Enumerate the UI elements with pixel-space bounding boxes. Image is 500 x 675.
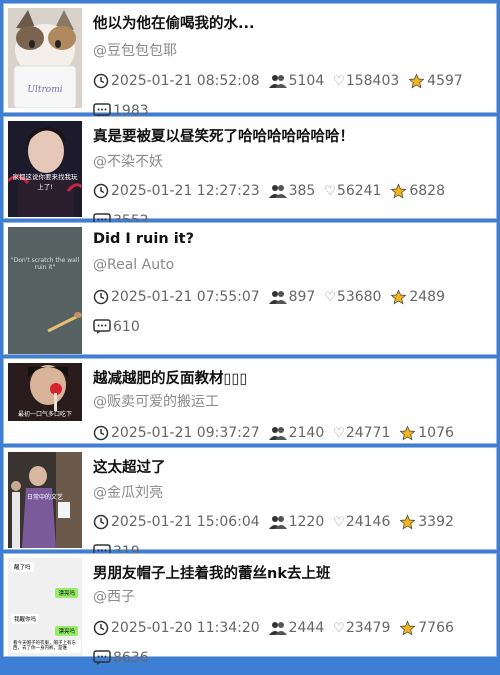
view-count: 385 [288,183,316,199]
post-thumbnail[interactable]: 最初一口气多口吃下 [8,363,82,421]
post-meta: 2025-01-21 07:55:07 897 ♡53680 2489 610 [93,284,490,344]
like-count: 23479 [345,620,391,636]
view-count: 2444 [288,620,325,636]
post-title[interactable]: 这太超过了 [93,456,490,477]
post-title[interactable]: Did I ruin it? [93,231,490,247]
heart-icon: ♡ [333,515,345,530]
users-icon [268,182,287,208]
clock-icon [93,72,109,98]
favorite-count: 3392 [418,514,454,530]
favorite-count: 4597 [427,73,463,89]
post-card[interactable]: 家都这说你要来找我玩上了! 真是要被夏以昼笑死了哈哈哈哈哈哈哈！ @不染不妖 2… [3,116,497,229]
post-author[interactable]: @不染不妖 [93,151,163,171]
thumbnail-caption: "Don't scratch the wall ruin it" [10,257,80,271]
like-count: 56241 [336,183,382,199]
star-icon [399,513,416,539]
like-count: 158403 [345,73,400,89]
favorite-count: 7766 [418,620,454,636]
star-icon [408,72,425,98]
comment-count: 610 [113,319,140,335]
post-time: 2025-01-20 11:34:20 [111,620,260,636]
clock-icon [93,513,109,539]
post-time: 2025-01-21 12:27:23 [111,183,260,199]
clock-icon [93,288,109,314]
post-author[interactable]: @贩卖可爱的搬运工 [93,391,219,411]
view-count: 897 [288,289,316,305]
users-icon [268,619,287,645]
favorite-count: 1076 [418,425,454,441]
chat-bubble: 我醒你吗 [11,614,40,624]
view-count: 1220 [288,514,325,530]
thumbnail-caption: 日常中的文艺 [26,494,63,501]
post-time: 2025-01-21 07:55:07 [111,289,260,305]
heart-icon: ♡ [333,621,345,636]
post-thumbnail[interactable]: "Don't scratch the wall ruin it" [8,227,82,354]
post-title[interactable]: 真是要被夏以昼笑死了哈哈哈哈哈哈哈！ [93,125,490,146]
post-time: 2025-01-21 09:37:27 [111,425,260,441]
comment-icon [93,318,111,344]
view-count: 5104 [288,73,325,89]
post-meta: 2025-01-20 11:34:20 2444 ♡23479 7766 863… [93,615,490,675]
chat-bubble: 看今天帽子的衣服，帽子上有东西，去了你一身内裤，是谁 [11,640,81,653]
post-author[interactable]: @金瓜刘亮 [93,482,163,502]
post-card[interactable]: 醒了吗 漂亮吗 我醒你吗 漂亮吗 看今天帽子的衣服，帽子上有东西，去了你一身内裤… [3,553,497,666]
post-title[interactable]: 越减越肥的反面教材▯▯▯ [93,367,490,388]
clock-icon [93,619,109,645]
post-card[interactable]: 最初一口气多口吃下 越减越肥的反面教材▯▯▯ @贩卖可爱的搬运工 2025-01… [3,358,497,471]
comment-count: 8636 [113,650,149,666]
view-count: 2140 [288,425,325,441]
users-icon [268,72,287,98]
post-author[interactable]: @豆包包包耶 [93,40,177,60]
post-card[interactable]: 日常中的文艺 这太超过了 @金瓜刘亮 2025-01-21 15:06:04 1… [3,447,497,560]
post-time: 2025-01-21 08:52:08 [111,73,260,89]
chat-bubble: 醒了吗 [11,562,34,572]
heart-icon: ♡ [324,184,336,199]
post-title[interactable]: 男朋友帽子上挂着我的蕾丝nk去上班 [93,562,490,583]
post-thumbnail[interactable]: 家都这说你要来找我玩上了! [8,121,82,217]
thumbnail-caption: 最初一口气多口吃下 [17,411,72,418]
users-icon [268,513,287,539]
users-icon [268,288,287,314]
post-thumbnail[interactable]: 醒了吗 漂亮吗 我醒你吗 漂亮吗 看今天帽子的衣服，帽子上有东西，去了你一身内裤… [8,558,82,656]
comment-icon [93,649,111,675]
post-thumbnail[interactable]: 日常中的文艺 [8,452,82,548]
like-count: 24146 [345,514,391,530]
post-card[interactable]: Ultromi 他以为他在偷喝我的水... @豆包包包耶 2025-01-21 … [3,3,497,119]
post-card[interactable]: "Don't scratch the wall ruin it" Did I r… [3,222,497,355]
post-list: Ultromi 他以为他在偷喝我的水... @豆包包包耶 2025-01-21 … [0,0,500,666]
clock-icon [93,182,109,208]
favorite-count: 6828 [409,183,445,199]
star-icon [390,182,407,208]
like-count: 53680 [336,289,382,305]
post-title[interactable]: 他以为他在偷喝我的水... [93,12,490,33]
svg-text:Ultromi: Ultromi [27,85,62,95]
heart-icon: ♡ [333,426,345,441]
chat-bubble: 漂亮吗 [55,588,78,598]
like-count: 24771 [345,425,391,441]
post-thumbnail[interactable]: Ultromi [8,8,82,108]
favorite-count: 2489 [409,289,445,305]
post-author[interactable]: @西子 [93,586,135,606]
star-icon [390,288,407,314]
post-time: 2025-01-21 15:06:04 [111,514,260,530]
thumbnail-caption: 家都这说你要来找我玩上了! [12,173,78,191]
chat-bubble: 漂亮吗 [55,626,78,636]
heart-icon: ♡ [333,74,345,89]
star-icon [399,619,416,645]
post-author[interactable]: @Real Auto [93,257,174,273]
heart-icon: ♡ [324,290,336,305]
